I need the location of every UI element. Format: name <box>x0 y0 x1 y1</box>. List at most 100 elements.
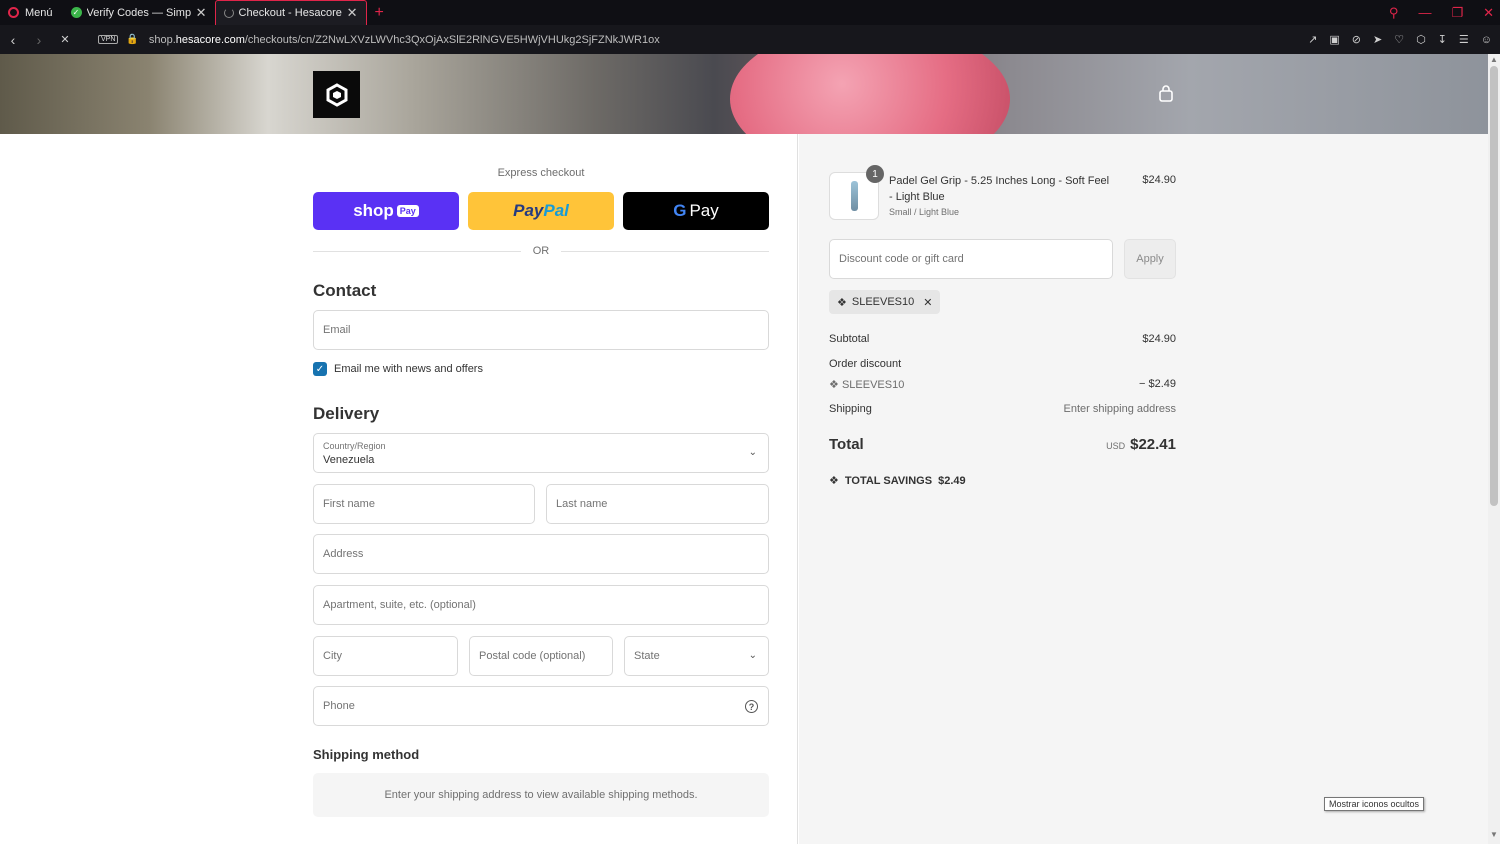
cube-icon[interactable]: ⬡ <box>1416 33 1426 46</box>
banner-ball-image <box>730 54 1010 134</box>
checkout-form-panel: Express checkout shop Pay Pay Pal G Pay O… <box>0 134 798 844</box>
apartment-field[interactable]: Apartment, suite, etc. (optional) <box>313 585 769 625</box>
stop-loading-icon[interactable]: ✕ <box>52 33 78 46</box>
or-divider: OR <box>313 245 769 259</box>
window-controls: ⚲ — ❐ ✕ <box>1389 0 1494 25</box>
shipping-method-heading: Shipping method <box>313 747 420 762</box>
hesacore-logo[interactable] <box>313 71 360 118</box>
discount-code-input[interactable]: Discount code or gift card <box>829 239 1113 279</box>
paypal-button[interactable]: Pay Pal <box>468 192 614 230</box>
country-value: Venezuela <box>323 454 375 466</box>
address-field[interactable]: Address <box>313 534 769 574</box>
contact-heading: Contact <box>313 281 377 300</box>
newsletter-checkbox-row[interactable]: ✓ Email me with news and offers <box>313 362 483 376</box>
chevron-down-icon: ⌄ <box>748 447 757 458</box>
profile-icon[interactable]: ☺ <box>1481 34 1492 46</box>
google-pay-button[interactable]: G Pay <box>623 192 769 230</box>
hamburger-icon[interactable]: ☰ <box>1459 33 1469 46</box>
savings-label: TOTAL SAVINGS <box>844 474 933 487</box>
shipping-label: Shipping <box>829 403 872 415</box>
tag-icon: ❖ <box>837 296 847 309</box>
scroll-down-icon[interactable]: ▼ <box>1488 830 1500 839</box>
close-icon[interactable]: ✕ <box>347 5 358 21</box>
close-icon[interactable]: ✕ <box>196 5 207 21</box>
hexagon-logo-icon <box>326 82 347 107</box>
shipping-method-notice: Enter your shipping address to view avai… <box>313 773 769 817</box>
divider-line <box>561 251 769 252</box>
shop-pay-button[interactable]: shop Pay <box>313 192 459 230</box>
new-tab-button[interactable]: + <box>367 4 392 22</box>
city-placeholder: City <box>323 650 342 662</box>
order-summary-panel: 1 Padel Gel Grip - 5.25 Inches Long - So… <box>799 134 1488 844</box>
phone-field[interactable]: Phone ? <box>313 686 769 726</box>
opera-menu-button[interactable]: Menú <box>0 0 63 25</box>
hidden-icons-tooltip: Mostrar iconos ocultos <box>1324 797 1425 811</box>
back-icon[interactable]: ‹ <box>0 32 26 48</box>
apply-button[interactable]: Apply <box>1124 239 1176 279</box>
share-icon[interactable]: ↗ <box>1308 33 1317 46</box>
state-placeholder: State <box>634 650 660 662</box>
total-label: Total <box>829 436 864 453</box>
search-icon[interactable]: ⚲ <box>1389 5 1399 21</box>
shipping-row: Shipping Enter shipping address <box>829 403 1176 415</box>
scroll-thumb[interactable] <box>1490 66 1498 506</box>
tag-icon: ❖ <box>829 379 839 391</box>
send-icon[interactable]: ➤ <box>1373 33 1382 46</box>
state-select[interactable]: State ⌄ <box>624 636 769 676</box>
paypal-text-2: Pal <box>543 201 569 220</box>
delivery-heading: Delivery <box>313 404 380 423</box>
total-value: $22.41 <box>1130 436 1176 453</box>
heart-icon[interactable]: ♡ <box>1394 33 1404 46</box>
applied-discount-chip: ❖ SLEEVES10 ✕ <box>829 290 941 314</box>
first-name-field[interactable]: First name <box>313 484 535 524</box>
close-window-icon[interactable]: ✕ <box>1483 5 1494 21</box>
subtotal-value: $24.90 <box>1142 333 1176 345</box>
savings-value: $2.49 <box>938 474 966 487</box>
vpn-badge[interactable]: VPN <box>98 35 119 44</box>
postal-code-field[interactable]: Postal code (optional) <box>469 636 613 676</box>
url-path: /checkouts/cn/Z2NwLXVzLWVhc3QxOjAxSlE2Rl… <box>244 33 660 46</box>
toolbar-icons: ↗ ▣ ⊘ ➤ ♡ ⬡ ↧ ☰ ☺ <box>1308 25 1492 54</box>
adblock-icon[interactable]: ⊘ <box>1352 33 1361 46</box>
minimize-icon[interactable]: — <box>1418 5 1431 20</box>
url-prefix: shop. <box>148 33 176 46</box>
opera-logo-icon <box>8 7 19 18</box>
restore-icon[interactable]: ❐ <box>1451 5 1463 21</box>
email-field[interactable]: Email <box>313 310 769 350</box>
address-bar: ‹ › ✕ VPN 🔒 shop.hesacore.com/checkouts/… <box>0 25 1500 54</box>
product-name: Padel Gel Grip - 5.25 Inches Long - Soft… <box>889 175 1110 203</box>
total-row: Total USD $22.41 <box>829 436 1176 453</box>
google-pay-label: Pay <box>689 201 719 220</box>
discount-code-label: SLEEVES10 <box>841 379 905 391</box>
loading-spinner-icon <box>223 8 234 18</box>
checkbox-checked-icon[interactable]: ✓ <box>313 362 327 376</box>
last-name-field[interactable]: Last name <box>546 484 769 524</box>
country-select[interactable]: Country/Region Venezuela ⌄ <box>313 433 769 473</box>
savings-tag-icon: ❖ <box>829 475 839 487</box>
download-icon[interactable]: ↧ <box>1438 33 1447 46</box>
lock-icon[interactable]: 🔒 <box>126 34 138 45</box>
discount-placeholder: Discount code or gift card <box>839 253 964 265</box>
remove-code-icon[interactable]: ✕ <box>923 296 932 309</box>
tab-checkout[interactable]: Checkout - Hesacore Grip ✕ <box>214 0 367 25</box>
order-discount-row: Order discount <box>829 358 1176 370</box>
address-placeholder: Address <box>323 548 364 560</box>
newsletter-label: Email me with news and offers <box>334 363 483 375</box>
checkmark-favicon-icon: ✓ <box>70 7 82 18</box>
discount-code-row: ❖ SLEEVES10 − $2.49 <box>829 378 1176 391</box>
country-label: Country/Region <box>323 441 386 451</box>
shop-pay-brand: shop <box>353 201 394 220</box>
url-field[interactable]: shop.hesacore.com/checkouts/cn/Z2NwLXVzL… <box>149 34 660 46</box>
shop-pay-pill: Pay <box>396 205 419 217</box>
grip-image <box>851 181 858 211</box>
tab-verify-codes[interactable]: ✓ Verify Codes — SimplyCod ✕ <box>63 0 215 25</box>
page-scrollbar[interactable]: ▲ ▼ <box>1488 54 1500 844</box>
city-field[interactable]: City <box>313 636 458 676</box>
shopping-bag-icon[interactable] <box>1157 85 1175 108</box>
phone-placeholder: Phone <box>323 700 355 712</box>
forward-icon[interactable]: › <box>26 32 52 48</box>
total-savings: ❖ TOTAL SAVINGS $2.49 <box>829 474 966 488</box>
scroll-up-icon[interactable]: ▲ <box>1488 55 1500 64</box>
camera-icon[interactable]: ▣ <box>1329 33 1339 46</box>
help-icon[interactable]: ? <box>745 700 758 713</box>
